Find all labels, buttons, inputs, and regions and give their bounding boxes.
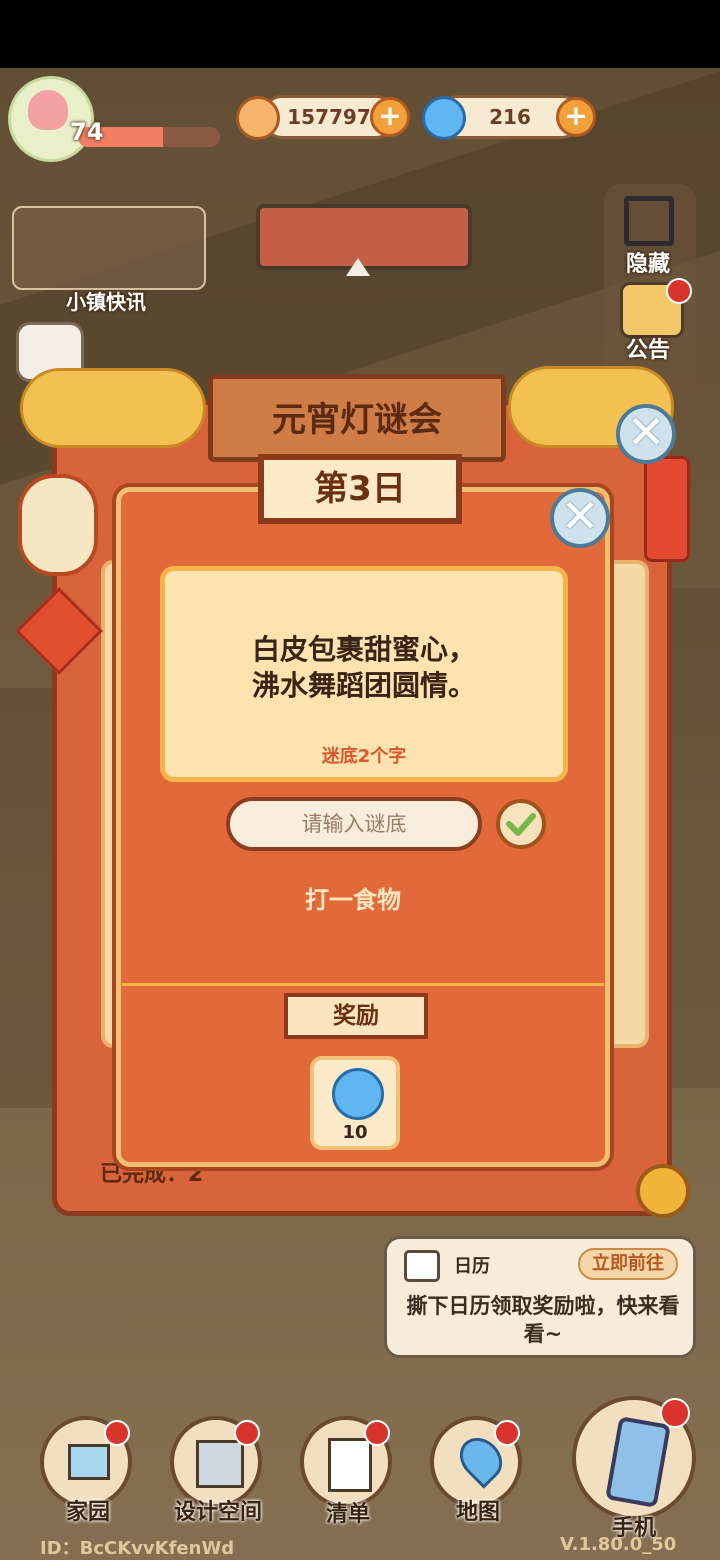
checkmark-icon <box>506 813 536 836</box>
flower-coin-icon <box>236 96 280 140</box>
answer-input[interactable]: 请输入谜底 <box>226 797 482 851</box>
notification-title: 日历 <box>454 1256 490 1277</box>
divider <box>122 983 604 986</box>
close-outer-button[interactable]: ✕ <box>616 404 676 464</box>
cloud-decoration-left <box>20 368 206 448</box>
nav-list-label[interactable]: 清单 <box>278 1496 418 1528</box>
swirl-gem-icon <box>332 1068 384 1120</box>
level-number: 74 <box>70 118 104 146</box>
phone-red-dot <box>660 1398 690 1428</box>
riddle-line-1: 白皮包裹甜蜜心， <box>251 633 476 666</box>
coin-medal-icon[interactable] <box>636 1164 690 1218</box>
firecracker-icon <box>644 456 690 562</box>
confirm-answer-button[interactable] <box>496 799 546 849</box>
arrow-up-icon <box>346 258 370 276</box>
map-red-dot <box>494 1420 520 1446</box>
close-modal-button[interactable]: ✕ <box>550 488 610 548</box>
player-id: ID：BcCKvvKfenWd <box>40 1538 235 1559</box>
reward-label: 奖励 <box>284 993 428 1039</box>
phone-icon <box>605 1416 671 1508</box>
checklist-icon <box>328 1438 372 1492</box>
riddle-category: 打一食物 <box>305 886 401 914</box>
calendar-icon <box>404 1250 440 1282</box>
hide-icon[interactable] <box>624 196 674 246</box>
hide-label[interactable]: 隐藏 <box>626 246 670 278</box>
nav-map-label[interactable]: 地图 <box>408 1494 548 1526</box>
day-plate: 第3日 <box>258 454 462 524</box>
notice-red-dot <box>666 278 692 304</box>
notification-body: 撕下日历领取奖励啦，快来看看~ <box>406 1294 680 1346</box>
app-version: V.1.80.0_50 <box>560 1534 677 1555</box>
go-now-button[interactable]: 立即前往 <box>578 1248 678 1280</box>
town-news-card[interactable] <box>12 206 206 290</box>
event-title: 元宵灯谜会 <box>272 400 442 440</box>
add-currency1-button[interactable]: + <box>370 97 410 137</box>
add-currency2-button[interactable]: + <box>556 97 596 137</box>
ruler-icon <box>196 1440 244 1488</box>
town-news-label: 小镇快讯 <box>66 290 146 314</box>
swirl-gem-icon <box>422 96 466 140</box>
list-red-dot <box>364 1420 390 1446</box>
answer-length-hint: 迷底2个字 <box>321 746 407 767</box>
nav-design-label[interactable]: 设计空间 <box>148 1494 288 1526</box>
reward-count: 10 <box>342 1122 368 1143</box>
riddle-line-2: 沸水舞蹈团圆情。 <box>251 669 476 702</box>
home-red-dot <box>104 1420 130 1446</box>
nav-home-label[interactable]: 家园 <box>18 1494 158 1526</box>
notice-label[interactable]: 公告 <box>626 332 670 364</box>
design-red-dot <box>234 1420 260 1446</box>
lantern-icon <box>18 474 98 576</box>
tulip-icon <box>28 90 68 130</box>
house-icon <box>68 1444 110 1480</box>
